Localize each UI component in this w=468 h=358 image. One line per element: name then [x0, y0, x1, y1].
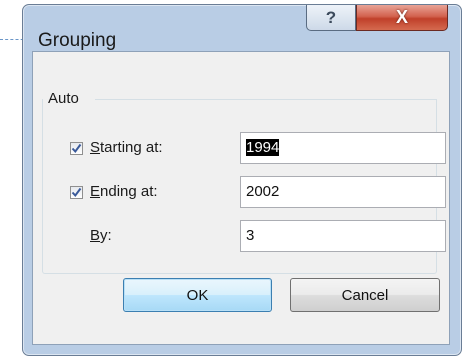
cancel-button[interactable]: Cancel [290, 278, 440, 312]
ending-at-label[interactable]: Ending at: [90, 183, 158, 200]
by-input[interactable]: 3 [240, 220, 446, 252]
mnemonic-s: S [90, 139, 101, 156]
starting-at-input[interactable]: 1994 [240, 132, 446, 164]
ending-at-value: 2002 [246, 183, 280, 200]
group-label-auto: Auto [48, 90, 79, 107]
ending-at-label-text: nding at: [100, 183, 158, 200]
checkmark-icon [71, 187, 82, 198]
close-icon: X [395, 7, 408, 27]
starting-at-checkbox[interactable] [70, 142, 83, 155]
by-value: 3 [246, 227, 255, 244]
by-label: By: [90, 227, 112, 244]
starting-at-value: 1994 [246, 139, 280, 156]
dialog-title: Grouping [38, 30, 117, 51]
help-button[interactable]: ? [306, 5, 356, 31]
mnemonic-e: E [90, 183, 101, 200]
close-button[interactable]: X [356, 5, 448, 31]
starting-at-label[interactable]: Starting at: [90, 139, 163, 156]
ending-at-checkbox[interactable] [70, 186, 83, 199]
checkmark-icon [71, 143, 82, 154]
mnemonic-b: B [90, 227, 101, 244]
starting-at-label-text: tarting at: [100, 139, 163, 156]
ok-button[interactable]: OK [123, 278, 272, 312]
help-icon: ? [325, 7, 337, 27]
by-label-text: y: [100, 227, 112, 244]
ending-at-input[interactable]: 2002 [240, 176, 446, 208]
